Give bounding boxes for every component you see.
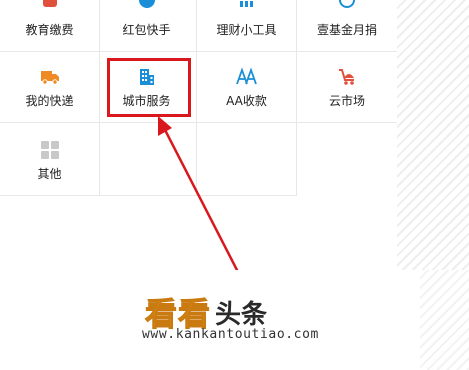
watermark-url: www.kankantoutiao.com xyxy=(142,327,319,342)
bottom-striped-background xyxy=(420,270,469,370)
watermark-logo: 看看 头条 xyxy=(144,292,268,334)
watermark-logo-sub: 头条 xyxy=(215,299,268,330)
